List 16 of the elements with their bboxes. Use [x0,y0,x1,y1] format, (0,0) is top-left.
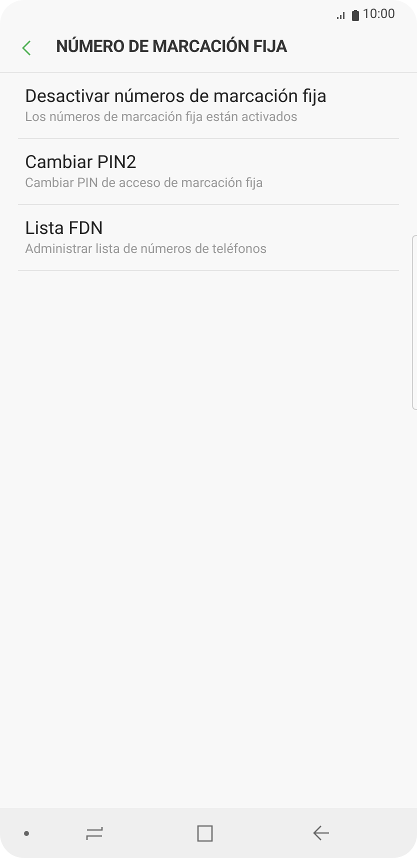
item-title: Desactivar números de marcación fija [25,85,328,109]
page-title: NÚMERO DE MARCACIÓN FIJA [56,36,287,60]
battery-icon [352,10,359,20]
status-time: 10:00 [362,6,395,24]
item-title: Lista FDN [25,217,104,241]
back-icon[interactable] [313,825,330,841]
edge-panel-handle[interactable] [412,235,417,410]
settings-item[interactable]: Cambiar PIN2 Cambiar PIN de acceso de marcación fija [18,139,399,205]
home-icon[interactable] [196,824,213,842]
recent-apps-icon[interactable] [86,825,103,841]
item-subtitle: Administrar lista de números de teléfonos [25,241,268,259]
settings-item[interactable]: Lista FDN Administrar lista de números de teléfonos [18,205,399,271]
item-subtitle: Cambiar PIN de acceso de marcación fija [25,175,264,193]
item-subtitle: Los números de marcación fija están activados [25,109,298,127]
item-title: Cambiar PIN2 [25,151,138,175]
settings-item[interactable]: Desactivar números de marcación fija Los números de marcación fija están activados [18,73,399,139]
